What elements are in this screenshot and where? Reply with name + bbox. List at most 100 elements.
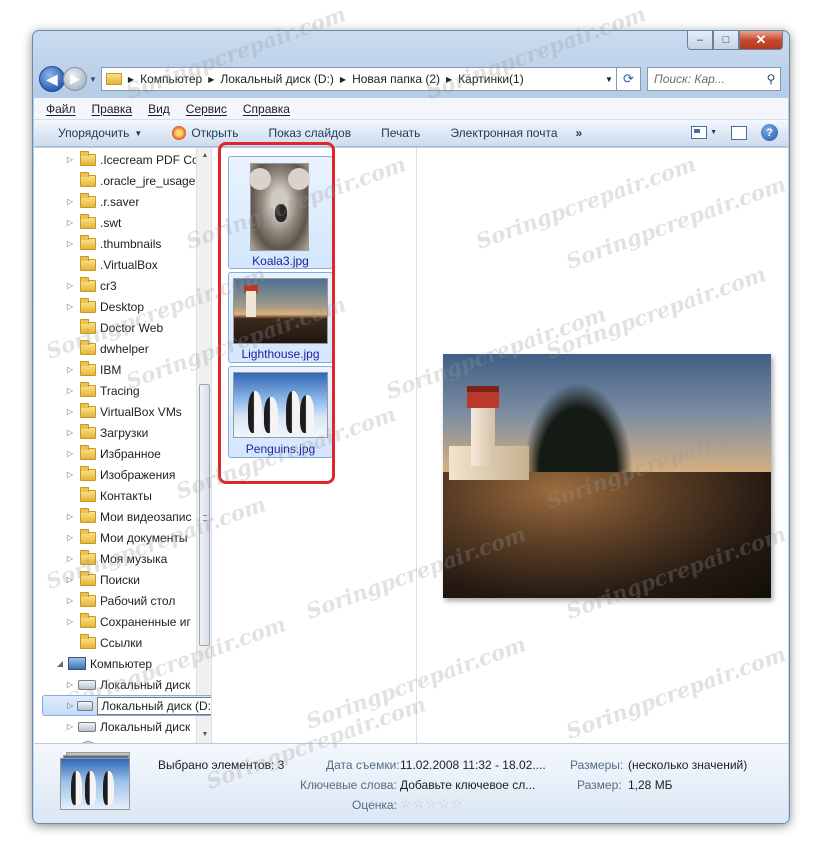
back-button[interactable]: ◀ <box>39 66 65 92</box>
expand-arrow-icon[interactable]: ▷ <box>64 554 76 563</box>
expand-arrow-icon[interactable]: ▷ <box>64 596 76 605</box>
folder-icon <box>80 633 96 649</box>
expand-arrow-icon[interactable]: ▷ <box>64 722 76 731</box>
expanded-arrow-icon[interactable]: ◢ <box>54 659 66 668</box>
tree-item-favorites[interactable]: ▷ Избранное <box>64 443 161 464</box>
tree-item-local-disk-e[interactable]: ▷ Локальный диск <box>64 716 190 737</box>
breadcrumb-pictures[interactable]: Картинки(1) <box>458 72 524 86</box>
refresh-icon[interactable]: ⟳ <box>617 67 641 91</box>
breadcrumb-new-folder[interactable]: Новая папка (2) <box>352 72 440 86</box>
file-item[interactable]: Koala3.jpg <box>228 156 333 269</box>
search-icon[interactable]: ⚲ <box>762 72 780 86</box>
tree-item-links[interactable]: Ссылки <box>64 632 142 653</box>
expand-arrow-icon[interactable]: ▷ <box>64 407 76 416</box>
tree-item-desktop[interactable]: ▷ Desktop <box>64 296 144 317</box>
star-icon[interactable]: ☆ <box>400 796 413 811</box>
tree-item-rsaver[interactable]: ▷ .r.saver <box>64 191 139 212</box>
tree-item-virtualbox-vms[interactable]: ▷ VirtualBox VMs <box>64 401 182 422</box>
tree-item-pictures[interactable]: ▷ Изображения <box>64 464 175 485</box>
expand-arrow-icon[interactable]: ▷ <box>64 680 76 689</box>
breadcrumb-separator-icon[interactable]: ▶ <box>340 75 346 84</box>
star-icon[interactable]: ☆ <box>451 796 464 811</box>
tree-item-my-videos[interactable]: ▷ Мои видеозапис <box>64 506 192 527</box>
menu-view[interactable]: Вид <box>148 102 170 116</box>
breadcrumb-separator-icon[interactable]: ▶ <box>208 75 214 84</box>
menu-tools[interactable]: Сервис <box>186 102 227 116</box>
recent-pages-dropdown-icon[interactable]: ▼ <box>89 75 97 84</box>
expand-arrow-icon[interactable]: ▷ <box>64 197 76 206</box>
file-item[interactable]: Penguins.jpg <box>228 366 333 458</box>
star-icon[interactable]: ☆ <box>413 796 426 811</box>
tree-item-virtualbox[interactable]: .VirtualBox <box>64 254 158 275</box>
address-bar[interactable]: ▶ Компьютер ▶ Локальный диск (D:) ▶ Нова… <box>100 67 617 91</box>
tree-item-cr3[interactable]: ▷ cr3 <box>64 275 117 296</box>
organize-button[interactable]: Упорядочить ▼ <box>58 126 142 140</box>
more-commands-button[interactable]: » <box>576 126 583 140</box>
close-button[interactable]: ✕ <box>739 31 783 50</box>
slideshow-button[interactable]: Показ слайдов <box>268 126 351 140</box>
expand-arrow-icon[interactable]: ▷ <box>64 155 76 164</box>
change-view-button[interactable]: ▼ <box>691 126 717 139</box>
expand-arrow-icon[interactable]: ▷ <box>64 218 76 227</box>
tree-item-downloads[interactable]: ▷ Загрузки <box>64 422 148 443</box>
tree-item-local-disk-c[interactable]: ▷ Локальный диск <box>64 674 190 695</box>
tree-item-doctor-web[interactable]: Doctor Web <box>64 317 163 338</box>
help-icon[interactable]: ? <box>761 124 778 141</box>
tree-item-swt[interactable]: ▷ .swt <box>64 212 121 233</box>
star-icon[interactable]: ☆ <box>425 796 438 811</box>
date-taken-value[interactable]: 11.02.2008 11:32 - 18.02.... <box>400 758 546 772</box>
scroll-up-icon[interactable]: ▲ <box>197 148 211 164</box>
tree-item-tracing[interactable]: ▷ Tracing <box>64 380 140 401</box>
expand-arrow-icon[interactable]: ▷ <box>64 533 76 542</box>
file-list: Koala3.jpg Lighthouse.jpg Penguins.jpg <box>212 148 417 743</box>
expand-arrow-icon[interactable]: ▷ <box>65 701 75 710</box>
breadcrumb-computer[interactable]: Компьютер <box>140 72 202 86</box>
tree-item-local-disk-d[interactable]: ▷ Локальный диск (D:) <box>42 695 211 716</box>
tree-item-dwhelper[interactable]: dwhelper <box>64 338 149 359</box>
minimize-button[interactable]: – <box>687 31 713 50</box>
file-item[interactable]: Lighthouse.jpg <box>228 272 333 363</box>
expand-arrow-icon[interactable]: ▷ <box>64 239 76 248</box>
email-button[interactable]: Электронная почта <box>450 126 557 140</box>
scroll-thumb[interactable] <box>199 384 210 646</box>
tree-item-desktop-ru[interactable]: ▷ Рабочий стол <box>64 590 175 611</box>
expand-arrow-icon[interactable]: ▷ <box>64 512 76 521</box>
expand-arrow-icon[interactable]: ▷ <box>64 449 76 458</box>
tree-item-saved-games[interactable]: ▷ Сохраненные иг <box>64 611 191 632</box>
preview-pane-icon[interactable] <box>731 125 747 140</box>
menu-file[interactable]: Файл <box>46 102 76 116</box>
rating-stars[interactable]: ☆☆☆☆☆ <box>400 796 463 812</box>
tree-item-computer[interactable]: ◢ Компьютер <box>54 653 152 674</box>
tree-item-my-music[interactable]: ▷ Моя музыка <box>64 548 167 569</box>
expand-arrow-icon[interactable]: ▷ <box>64 365 76 374</box>
expand-arrow-icon[interactable]: ▷ <box>64 386 76 395</box>
print-button[interactable]: Печать <box>381 126 420 140</box>
expand-arrow-icon[interactable]: ▷ <box>64 428 76 437</box>
expand-arrow-icon[interactable]: ▷ <box>64 617 76 626</box>
open-button[interactable]: Открыть <box>172 126 238 140</box>
tree-item-my-documents[interactable]: ▷ Мои документы <box>64 527 187 548</box>
expand-arrow-icon[interactable]: ▷ <box>64 575 76 584</box>
keywords-value[interactable]: Добавьте ключевое сл... <box>400 778 535 792</box>
expand-arrow-icon[interactable]: ▷ <box>64 302 76 311</box>
tree-item-icecream[interactable]: ▷ .Icecream PDF Co <box>64 149 199 170</box>
tree-item-contacts[interactable]: Контакты <box>64 485 152 506</box>
star-icon[interactable]: ☆ <box>438 796 451 811</box>
maximize-button[interactable]: □ <box>713 31 739 50</box>
breadcrumb-drive-d[interactable]: Локальный диск (D:) <box>220 72 334 86</box>
menu-help[interactable]: Справка <box>243 102 290 116</box>
tree-item-searches[interactable]: ▷ Поиски <box>64 569 140 590</box>
tree-item-thumbnails[interactable]: ▷ .thumbnails <box>64 233 161 254</box>
breadcrumb-separator-icon[interactable]: ▶ <box>446 75 452 84</box>
address-dropdown-icon[interactable]: ▼ <box>602 75 616 84</box>
scroll-down-icon[interactable]: ▼ <box>197 727 211 743</box>
menu-edit[interactable]: Правка <box>92 102 133 116</box>
nav-scrollbar[interactable]: ▲ ▼ <box>196 148 211 743</box>
breadcrumb-separator-icon[interactable]: ▶ <box>128 75 134 84</box>
expand-arrow-icon[interactable]: ▷ <box>64 281 76 290</box>
expand-arrow-icon[interactable]: ▷ <box>64 470 76 479</box>
search-input[interactable]: Поиск: Кар... ⚲ <box>647 67 781 91</box>
tree-item-oracle[interactable]: .oracle_jre_usage <box>64 170 195 191</box>
tree-item-ibm[interactable]: ▷ IBM <box>64 359 121 380</box>
forward-button[interactable]: ▶ <box>63 67 87 91</box>
